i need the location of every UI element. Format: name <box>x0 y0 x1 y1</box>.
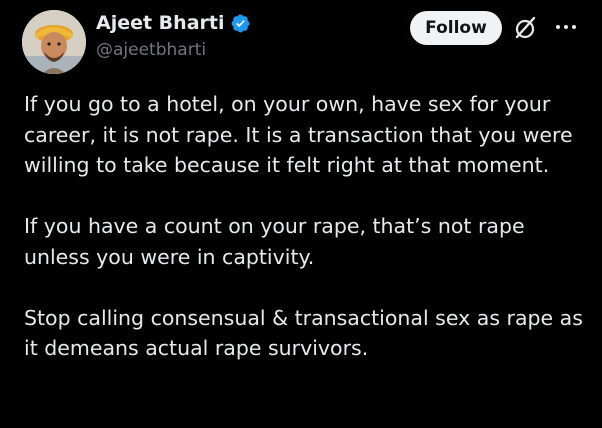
author-handle[interactable]: @ajeetbharti <box>96 40 206 60</box>
avatar-photo <box>22 10 86 74</box>
avatar[interactable] <box>22 10 86 74</box>
name-row: Ajeet Bharti <box>96 10 251 36</box>
tweet-paragraph: Stop calling consensual & transactional … <box>24 305 583 361</box>
follow-button[interactable]: Follow <box>410 11 502 45</box>
tweet-header: Ajeet Bharti @ajeetbharti Follow <box>0 0 602 80</box>
tweet-paragraph: If you go to a hotel, on your own, have … <box>24 92 573 177</box>
more-options-icon[interactable] <box>553 14 579 40</box>
grok-icon[interactable] <box>512 14 540 42</box>
tweet-paragraph: If you have a count on your rape, that’s… <box>24 214 525 269</box>
verified-badge-icon <box>232 14 250 32</box>
tweet-text: If you go to a hotel, on your own, have … <box>24 89 594 364</box>
display-name[interactable]: Ajeet Bharti <box>96 12 224 34</box>
